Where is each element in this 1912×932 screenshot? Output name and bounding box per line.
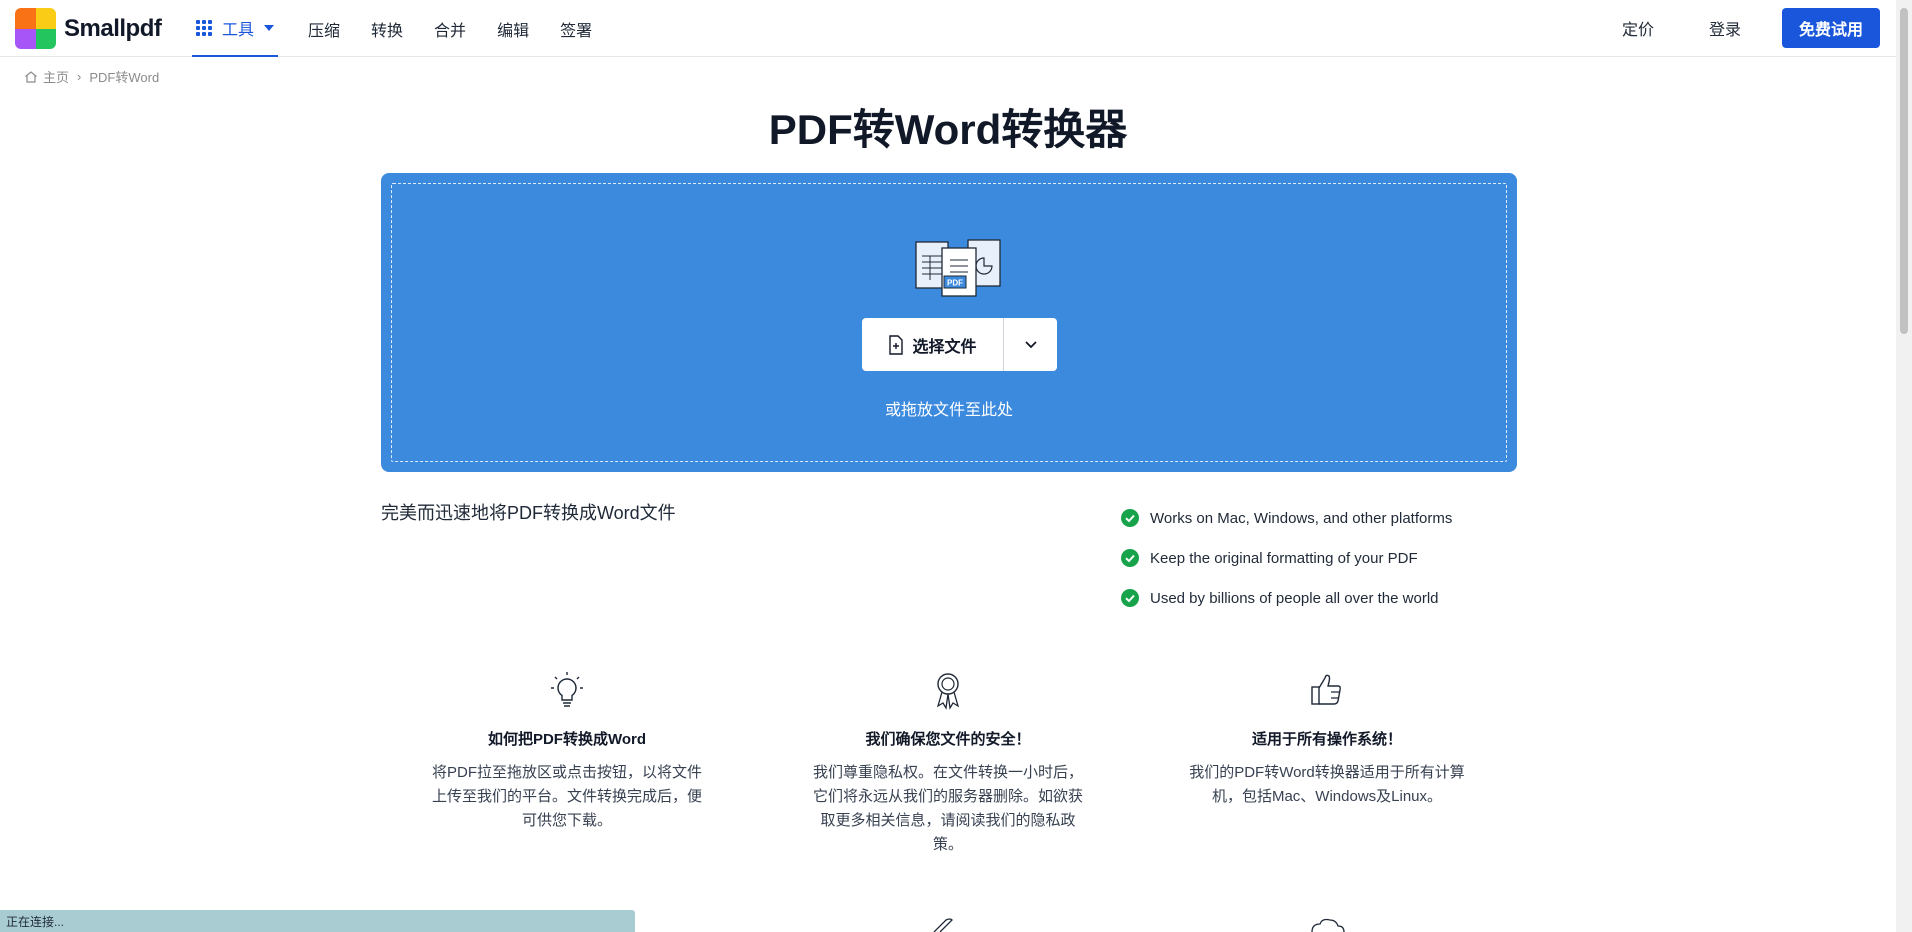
page-scrollbar[interactable] (1896, 0, 1912, 932)
nav-link-merge[interactable]: 合并 (434, 17, 466, 41)
info-card-security: 我们确保您文件的安全！ 我们尊重隐私权。在文件转换一小时后，它们将永远从我们的服… (798, 670, 1098, 857)
page-subtitle: 完美而迅速地将PDF转换成Word文件 (381, 503, 676, 523)
nav-tools-label: 工具 (222, 21, 255, 39)
top-header: Smallpdf 工具 压缩 转换 合并 编辑 签署 定价 登录 免费试用 (0, 0, 1896, 57)
grid-icon (196, 19, 212, 36)
card-body: 我们的PDF转Word转换器适用于所有计算机，包括Mac、Windows及Lin… (1189, 764, 1465, 805)
check-circle-icon (1121, 509, 1139, 527)
main-nav: 工具 压缩 转换 合并 编辑 签署 (192, 0, 592, 57)
file-dropzone[interactable]: PDF 选择文件 或拖放文件至此处 (381, 173, 1517, 472)
card-title: 适用于所有操作系统！ (1251, 731, 1402, 748)
free-trial-button[interactable]: 免费试用 (1782, 8, 1880, 48)
feature-text: Works on Mac, Windows, and other platfor… (1150, 509, 1453, 527)
breadcrumb-current: PDF转Word (89, 70, 160, 85)
nav-link-sign[interactable]: 签署 (560, 17, 592, 41)
info-card-how-to: 如何把PDF转换成Word 将PDF拉至拖放区或点击按钮，以将文件上传至我们的平… (417, 670, 717, 833)
smallpdf-logo[interactable]: Smallpdf (15, 8, 162, 49)
card-body: 将PDF拉至拖放区或点击按钮，以将文件上传至我们的平台。文件转换完成后，便可供您… (431, 764, 702, 829)
choose-file-label: 选择文件 (912, 338, 977, 356)
rocket-icon (933, 918, 953, 932)
choose-file-button[interactable]: 选择文件 (862, 318, 1004, 371)
feature-text: Used by billions of people all over the … (1150, 589, 1439, 607)
logo-mark-icon (15, 8, 56, 49)
breadcrumb: 主页 › PDF转Word (24, 67, 159, 86)
card-body: 我们尊重隐私权。在文件转换一小时后，它们将永远从我们的服务器删除。如欲获取更多相… (812, 764, 1083, 853)
check-circle-icon (1121, 549, 1139, 567)
dropzone-border: PDF 选择文件 或拖放文件至此处 (391, 183, 1507, 462)
browser-status-bar: 正在连接... (0, 910, 635, 932)
home-icon (25, 70, 37, 83)
cloud-icon (1311, 918, 1345, 932)
more-sources-button[interactable] (1004, 318, 1057, 371)
nav-link-edit[interactable]: 编辑 (497, 17, 529, 41)
card-title: 我们确保您文件的安全！ (865, 731, 1031, 748)
nav-link-convert[interactable]: 转换 (371, 17, 403, 41)
file-plus-icon (889, 334, 904, 355)
page-title: PDF转Word转换器 (768, 106, 1128, 153)
drop-hint: 或拖放文件至此处 (884, 402, 1013, 419)
lightbulb-icon (551, 672, 583, 707)
info-card-platforms: 适用于所有操作系统！ 我们的PDF转Word转换器适用于所有计算机，包括Mac、… (1177, 670, 1477, 809)
thumbs-up-icon (1311, 674, 1341, 705)
breadcrumb-separator: › (77, 69, 82, 84)
pdf-badge-text: PDF (947, 279, 963, 288)
choose-file-group: 选择文件 (862, 318, 1057, 371)
feature-list: Works on Mac, Windows, and other platfor… (1121, 498, 1452, 618)
breadcrumb-home[interactable]: 主页 (43, 67, 69, 86)
feature-item: Used by billions of people all over the … (1121, 578, 1452, 618)
check-circle-icon (1121, 589, 1139, 607)
files-icon: PDF (915, 239, 1001, 297)
award-ribbon-icon (936, 673, 960, 710)
login-link[interactable]: 登录 (1709, 16, 1741, 40)
nav-tools-menu[interactable]: 工具 (192, 0, 279, 57)
logo-text: Smallpdf (64, 14, 162, 42)
header-actions: 定价 登录 免费试用 (1622, 8, 1880, 48)
feature-item: Keep the original formatting of your PDF (1121, 538, 1452, 578)
nav-link-compress[interactable]: 压缩 (308, 17, 340, 41)
card-title: 如何把PDF转换成Word (487, 731, 647, 748)
pricing-link[interactable]: 定价 (1622, 16, 1654, 40)
feature-text: Keep the original formatting of your PDF (1150, 549, 1418, 567)
scrollbar-thumb[interactable] (1900, 8, 1908, 334)
caret-down-icon (264, 24, 275, 31)
feature-item: Works on Mac, Windows, and other platfor… (1121, 498, 1452, 538)
chevron-down-icon (1024, 340, 1037, 348)
